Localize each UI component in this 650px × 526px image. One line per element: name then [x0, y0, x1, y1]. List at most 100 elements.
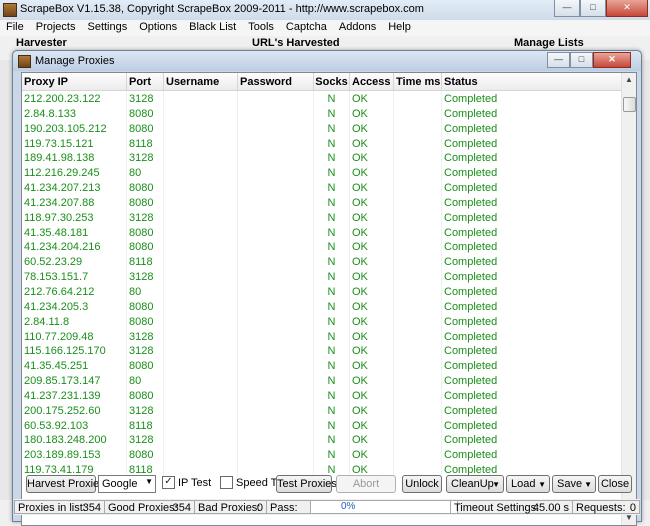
scroll-up-icon[interactable]: ▲: [622, 73, 636, 87]
cleanup-button[interactable]: CleanUp ▼: [446, 475, 504, 493]
cell-status: Completed: [442, 150, 622, 166]
cell-status: Completed: [442, 91, 622, 106]
table-row[interactable]: 41.234.205.3 8080 N OK Completed: [22, 298, 622, 314]
cell-port: 8080: [127, 387, 164, 403]
table-row[interactable]: 41.35.48.181 8080 N OK Completed: [22, 224, 622, 240]
cell-socks: N: [314, 343, 350, 359]
column-port[interactable]: Port: [127, 73, 164, 90]
save-button[interactable]: Save ▼: [552, 475, 596, 493]
menu-projects[interactable]: Projects: [30, 20, 82, 36]
table-row[interactable]: 212.200.23.122 3128 N OK Completed: [22, 91, 622, 106]
engine-select[interactable]: Google ▼: [98, 475, 156, 493]
column-socks[interactable]: Socks: [314, 73, 350, 90]
table-row[interactable]: 2.84.11.8 8080 N OK Completed: [22, 313, 622, 329]
cell-password: [238, 194, 314, 210]
menu-help[interactable]: Help: [382, 20, 417, 36]
scroll-thumb[interactable]: [623, 97, 636, 112]
table-row[interactable]: 115.166.125.170 3128 N OK Completed: [22, 343, 622, 359]
close-button[interactable]: ✕: [606, 0, 648, 17]
ip-test-checkbox[interactable]: ✓ IP Test: [162, 476, 211, 489]
table-row[interactable]: 110.77.209.48 3128 N OK Completed: [22, 328, 622, 344]
cell-port: 3128: [127, 209, 164, 225]
menu-settings[interactable]: Settings: [81, 20, 133, 36]
manage-proxies-dialog: Manage Proxies — □ ✕ Proxy IP Port Usern…: [12, 50, 642, 526]
table-row[interactable]: 41.234.207.213 8080 N OK Completed: [22, 180, 622, 195]
column-username[interactable]: Username: [164, 73, 238, 90]
cell-socks: N: [314, 135, 350, 151]
table-row[interactable]: 41.234.204.216 8080 N OK Completed: [22, 239, 622, 255]
dialog-close-button[interactable]: ✕: [593, 52, 631, 68]
good-proxies-status: Good Proxies: 354: [104, 500, 194, 514]
column-proxy-ip[interactable]: Proxy IP: [22, 73, 127, 90]
table-row[interactable]: 41.237.231.139 8080 N OK Completed: [22, 387, 622, 403]
close-dialog-button[interactable]: Close: [598, 475, 632, 493]
menu-black-list[interactable]: Black List: [183, 20, 242, 36]
cell-status: Completed: [442, 120, 622, 136]
table-row[interactable]: 119.73.15.121 8118 N OK Completed: [22, 135, 622, 151]
cell-socks: N: [314, 209, 350, 225]
cell-proxy-ip: 180.183.248.200: [22, 432, 127, 448]
minimize-button[interactable]: —: [554, 0, 580, 17]
dialog-maximize-button[interactable]: □: [570, 52, 593, 68]
table-row[interactable]: 78.153.151.7 3128 N OK Completed: [22, 269, 622, 284]
column-password[interactable]: Password: [238, 73, 314, 90]
cell-username: [164, 387, 238, 403]
table-row[interactable]: 180.183.248.200 3128 N OK Completed: [22, 432, 622, 448]
test-proxies-button[interactable]: Test Proxies: [276, 475, 337, 493]
table-row[interactable]: 209.85.173.147 80 N OK Completed: [22, 373, 622, 388]
cell-port: 8080: [127, 298, 164, 314]
cell-status: Completed: [442, 283, 622, 299]
cell-access: OK: [350, 358, 394, 374]
good-proxies-label: Good Proxies:: [108, 502, 178, 514]
cell-access: OK: [350, 239, 394, 255]
cell-proxy-ip: 78.153.151.7: [22, 269, 127, 284]
cell-proxy-ip: 41.234.205.3: [22, 298, 127, 314]
cell-access: OK: [350, 150, 394, 166]
cell-proxy-ip: 60.53.92.103: [22, 417, 127, 433]
menu-captcha[interactable]: Captcha: [280, 20, 333, 36]
window-title: ScrapeBox V1.15.38, Copyright ScrapeBox …: [20, 3, 424, 15]
table-row[interactable]: 190.203.105.212 8080 N OK Completed: [22, 120, 622, 136]
menu-tools[interactable]: Tools: [242, 20, 280, 36]
table-row[interactable]: 2.84.8.133 8080 N OK Completed: [22, 105, 622, 121]
table-row[interactable]: 200.175.252.60 3128 N OK Completed: [22, 402, 622, 418]
load-button[interactable]: Load ▼: [506, 475, 550, 493]
dialog-icon: [18, 55, 31, 68]
cell-status: Completed: [442, 402, 622, 418]
cell-username: [164, 180, 238, 195]
table-row[interactable]: 189.41.98.138 3128 N OK Completed: [22, 150, 622, 166]
table-row[interactable]: 60.52.23.29 8118 N OK Completed: [22, 254, 622, 270]
table-row[interactable]: 212.76.64.212 80 N OK Completed: [22, 283, 622, 299]
cell-access: OK: [350, 283, 394, 299]
harvest-proxies-button[interactable]: Harvest Proxies: [26, 475, 105, 493]
checkbox-checked-icon: ✓: [162, 476, 175, 489]
cell-username: [164, 447, 238, 463]
menu-file[interactable]: File: [0, 20, 30, 36]
table-row[interactable]: 41.234.207.88 8080 N OK Completed: [22, 194, 622, 210]
abort-button[interactable]: Abort: [336, 475, 396, 493]
table-row[interactable]: 41.35.45.251 8080 N OK Completed: [22, 358, 622, 374]
cell-password: [238, 373, 314, 388]
unlock-button[interactable]: Unlock: [402, 475, 442, 493]
column-time-ms[interactable]: Time ms: [394, 73, 442, 90]
cell-time-ms: [394, 209, 442, 225]
cell-time-ms: [394, 328, 442, 344]
cell-status: Completed: [442, 298, 622, 314]
table-row[interactable]: 112.216.29.245 80 N OK Completed: [22, 165, 622, 181]
cell-port: 8080: [127, 313, 164, 329]
vertical-scrollbar[interactable]: ▲ ▼: [621, 73, 636, 525]
menu-options[interactable]: Options: [133, 20, 183, 36]
column-status[interactable]: Status: [442, 73, 622, 90]
cell-access: OK: [350, 269, 394, 284]
column-access[interactable]: Access: [350, 73, 394, 90]
maximize-button[interactable]: □: [580, 0, 606, 17]
status-bar: Proxies in list: 354 Good Proxies: 354 B…: [14, 499, 640, 515]
menu-addons[interactable]: Addons: [333, 20, 382, 36]
cell-status: Completed: [442, 417, 622, 433]
cell-status: Completed: [442, 165, 622, 181]
cell-access: OK: [350, 298, 394, 314]
table-row[interactable]: 60.53.92.103 8118 N OK Completed: [22, 417, 622, 433]
table-row[interactable]: 203.189.89.153 8080 N OK Completed: [22, 447, 622, 463]
table-row[interactable]: 118.97.30.253 3128 N OK Completed: [22, 209, 622, 225]
dialog-minimize-button[interactable]: —: [547, 52, 570, 68]
